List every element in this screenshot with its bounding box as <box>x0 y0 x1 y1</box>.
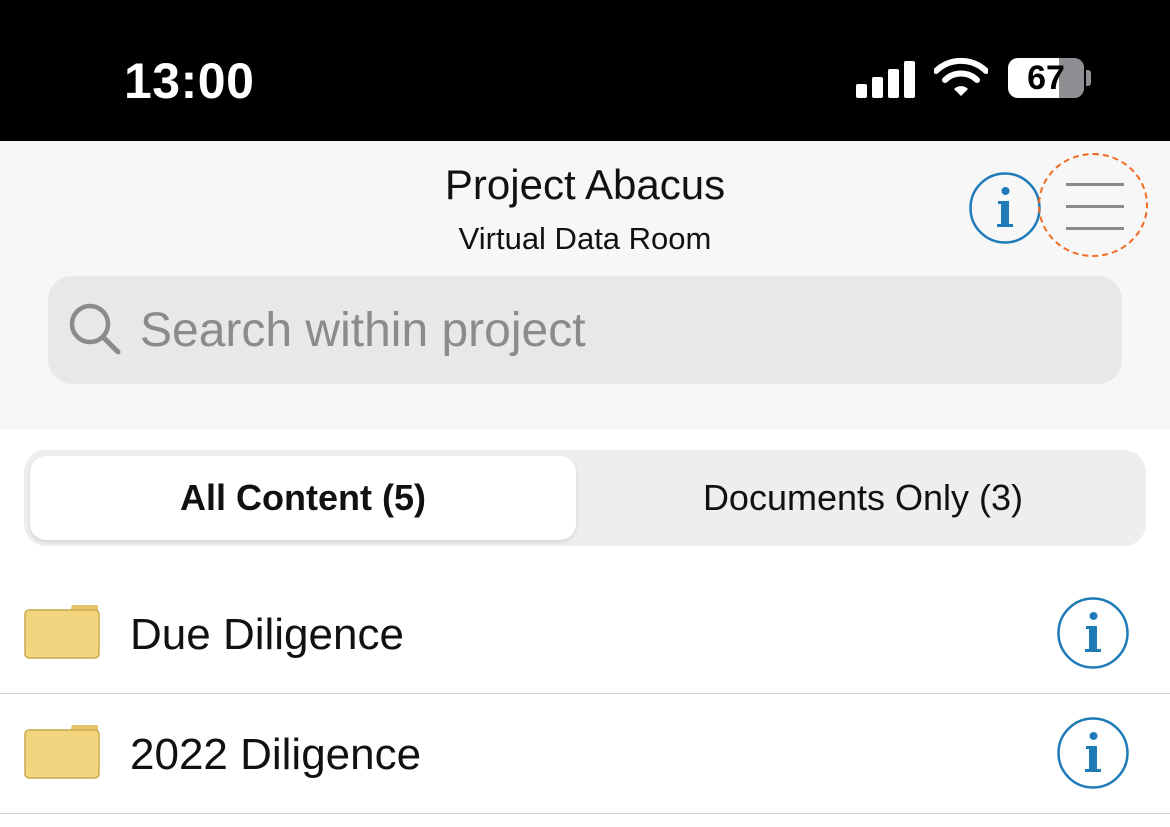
search-bar[interactable] <box>48 276 1122 384</box>
status-time: 13:00 <box>124 53 255 109</box>
hamburger-menu-icon <box>1066 183 1124 186</box>
battery-nub <box>1086 70 1091 86</box>
content-filter-segmented-control: All Content (5) Documents Only (3) <box>24 450 1146 546</box>
folder-list: Due Diligence 2022 Diligence <box>0 574 1170 814</box>
hamburger-menu-button[interactable] <box>1038 153 1148 257</box>
info-icon[interactable] <box>968 171 1042 245</box>
list-item-label: Due Diligence <box>130 610 404 659</box>
battery-icon: 67 <box>1008 58 1084 98</box>
wifi-icon <box>934 58 988 96</box>
search-icon <box>69 303 121 355</box>
header: Project Abacus Virtual Data Room <box>0 141 1170 429</box>
folder-icon <box>24 725 100 779</box>
search-input[interactable] <box>140 276 1100 384</box>
screen: 13:00 67 Project Abacus Virtual Data Roo… <box>0 0 1170 827</box>
status-bar: 13:00 67 <box>0 0 1170 141</box>
segment-all-content[interactable]: All Content (5) <box>30 456 576 540</box>
segment-documents-only[interactable]: Documents Only (3) <box>586 456 1140 540</box>
list-item[interactable]: 2022 Diligence <box>0 694 1170 814</box>
hamburger-menu-line <box>1066 227 1124 230</box>
folder-icon <box>24 605 100 659</box>
hamburger-menu-line <box>1066 205 1124 208</box>
battery-percent: 67 <box>1027 59 1065 97</box>
info-icon[interactable] <box>1056 596 1130 670</box>
signal-icon <box>856 60 916 98</box>
info-icon[interactable] <box>1056 716 1130 790</box>
list-item-label: 2022 Diligence <box>130 730 422 779</box>
list-item[interactable]: Due Diligence <box>0 574 1170 694</box>
